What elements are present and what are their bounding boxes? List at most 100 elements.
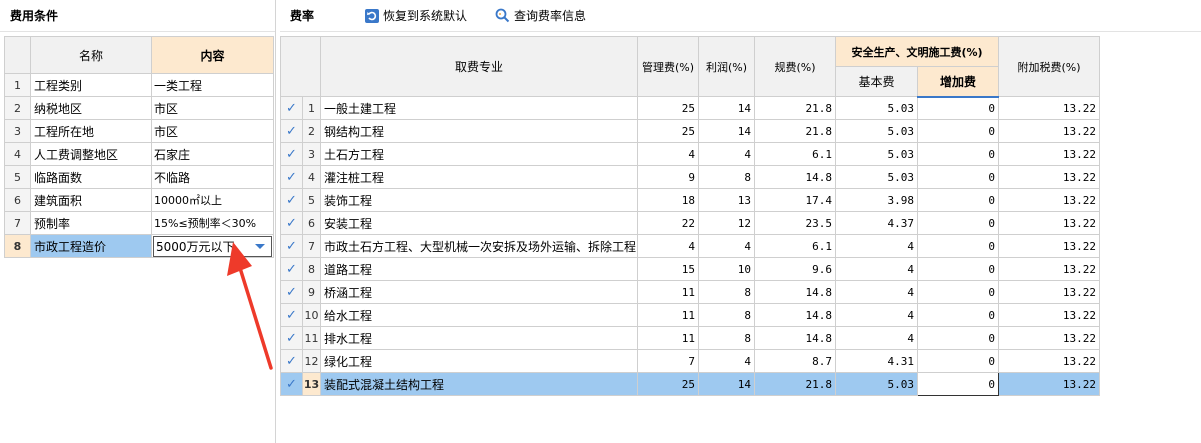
checkmark-icon[interactable]: ✓ [280,257,303,281]
fee-rate-row[interactable]: ✓ 7 市政土石方工程、大型机械一次安拆及场外运输、拆除工程 4 4 6.1 4 0 13.22 [280,234,1100,258]
condition-value[interactable]: 5000万元以下 [151,234,274,258]
column-header-management-fee[interactable]: 管理费(%) [637,36,699,97]
profit-cell[interactable]: 12 [698,211,755,235]
increase-fee-cell[interactable]: 0 [917,119,999,143]
increase-fee-cell[interactable]: 0 [917,211,999,235]
basic-fee-cell[interactable]: 5.03 [835,96,918,120]
fee-rate-row[interactable]: ✓ 10 给水工程 11 8 14.8 4 0 13.22 [280,303,1100,327]
checkmark-icon[interactable]: ✓ [280,211,303,235]
regulatory-fee-cell[interactable]: 14.8 [754,303,836,327]
condition-row[interactable]: 3 工程所在地 市区 [4,119,274,143]
surtax-cell[interactable]: 13.22 [998,372,1100,396]
checkmark-icon[interactable]: ✓ [280,188,303,212]
increase-fee-cell[interactable]: 0 [917,234,999,258]
condition-value[interactable]: 市区 [151,119,274,143]
surtax-cell[interactable]: 13.22 [998,303,1100,327]
surtax-cell[interactable]: 13.22 [998,349,1100,373]
increase-fee-cell[interactable]: 0 [917,326,999,350]
basic-fee-cell[interactable]: 4 [835,303,918,327]
basic-fee-cell[interactable]: 3.98 [835,188,918,212]
basic-fee-cell[interactable]: 4 [835,326,918,350]
condition-row[interactable]: 2 纳税地区 市区 [4,96,274,120]
basic-fee-cell[interactable]: 4.31 [835,349,918,373]
surtax-cell[interactable]: 13.22 [998,326,1100,350]
management-fee-cell[interactable]: 25 [637,119,699,143]
profit-cell[interactable]: 4 [698,349,755,373]
management-fee-cell[interactable]: 9 [637,165,699,189]
checkmark-icon[interactable]: ✓ [280,234,303,258]
condition-value[interactable]: 15%≤预制率＜30% [151,211,274,235]
increase-fee-cell[interactable]: 0 [917,142,999,166]
checkmark-icon[interactable]: ✓ [280,96,303,120]
management-fee-cell[interactable]: 4 [637,142,699,166]
column-header-basic-fee[interactable]: 基本费 [835,66,918,97]
surtax-cell[interactable]: 13.22 [998,280,1100,304]
condition-row[interactable]: 1 工程类别 一类工程 [4,73,274,97]
regulatory-fee-cell[interactable]: 14.8 [754,280,836,304]
management-fee-cell[interactable]: 25 [637,96,699,120]
basic-fee-cell[interactable]: 4 [835,280,918,304]
condition-row[interactable]: 8 市政工程造价 5000万元以下 [4,234,274,258]
profit-cell[interactable]: 8 [698,165,755,189]
fee-rate-row[interactable]: ✓ 9 桥涵工程 11 8 14.8 4 0 13.22 [280,280,1100,304]
increase-fee-cell[interactable]: 0 [917,188,999,212]
profit-cell[interactable]: 8 [698,280,755,304]
profit-cell[interactable]: 14 [698,372,755,396]
checkmark-icon[interactable]: ✓ [280,372,303,396]
fee-rate-row[interactable]: ✓ 3 土石方工程 4 4 6.1 5.03 0 13.22 [280,142,1100,166]
surtax-cell[interactable]: 13.22 [998,142,1100,166]
increase-fee-cell[interactable]: 0 [917,349,999,373]
regulatory-fee-cell[interactable]: 6.1 [754,142,836,166]
basic-fee-cell[interactable]: 5.03 [835,142,918,166]
fee-rate-row[interactable]: ✓ 1 一般土建工程 25 14 21.8 5.03 0 13.22 [280,96,1100,120]
surtax-cell[interactable]: 13.22 [998,96,1100,120]
condition-value[interactable]: 10000㎡以上 [151,188,274,212]
checkmark-icon[interactable]: ✓ [280,326,303,350]
regulatory-fee-cell[interactable]: 9.6 [754,257,836,281]
surtax-cell[interactable]: 13.22 [998,188,1100,212]
checkmark-icon[interactable]: ✓ [280,119,303,143]
basic-fee-cell[interactable]: 5.03 [835,165,918,189]
query-rate-button[interactable]: 查询费率信息 [495,7,586,24]
surtax-cell[interactable]: 13.22 [998,234,1100,258]
surtax-cell[interactable]: 13.22 [998,211,1100,235]
surtax-cell[interactable]: 13.22 [998,257,1100,281]
regulatory-fee-cell[interactable]: 17.4 [754,188,836,212]
profit-cell[interactable]: 4 [698,142,755,166]
column-header-surtax[interactable]: 附加税费(%) [998,36,1100,97]
condition-value[interactable]: 市区 [151,96,274,120]
surtax-cell[interactable]: 13.22 [998,119,1100,143]
increase-fee-cell[interactable]: 0 [917,372,999,396]
column-header-content[interactable]: 内容 [151,36,274,74]
checkmark-icon[interactable]: ✓ [280,142,303,166]
municipal-cost-dropdown[interactable]: 5000万元以下 [153,235,272,257]
profit-cell[interactable]: 14 [698,96,755,120]
management-fee-cell[interactable]: 11 [637,303,699,327]
checkmark-icon[interactable]: ✓ [280,349,303,373]
profit-cell[interactable]: 10 [698,257,755,281]
condition-row[interactable]: 6 建筑面积 10000㎡以上 [4,188,274,212]
management-fee-cell[interactable]: 7 [637,349,699,373]
profit-cell[interactable]: 14 [698,119,755,143]
fee-rate-row[interactable]: ✓ 5 装饰工程 18 13 17.4 3.98 0 13.22 [280,188,1100,212]
fee-rate-row[interactable]: ✓ 2 钢结构工程 25 14 21.8 5.03 0 13.22 [280,119,1100,143]
column-header-regulatory-fee[interactable]: 规费(%) [754,36,836,97]
column-header-increase-fee[interactable]: 增加费 [917,66,999,98]
fee-rate-row[interactable]: ✓ 8 道路工程 15 10 9.6 4 0 13.22 [280,257,1100,281]
column-header-specialty[interactable]: 取费专业 [320,36,638,97]
fee-rate-row[interactable]: ✓ 11 排水工程 11 8 14.8 4 0 13.22 [280,326,1100,350]
regulatory-fee-cell[interactable]: 6.1 [754,234,836,258]
management-fee-cell[interactable]: 11 [637,326,699,350]
basic-fee-cell[interactable]: 4.37 [835,211,918,235]
fee-rate-row[interactable]: ✓ 6 安装工程 22 12 23.5 4.37 0 13.22 [280,211,1100,235]
condition-value[interactable]: 一类工程 [151,73,274,97]
fee-rate-row[interactable]: ✓ 4 灌注桩工程 9 8 14.8 5.03 0 13.22 [280,165,1100,189]
column-header-name[interactable]: 名称 [30,36,152,74]
regulatory-fee-cell[interactable]: 21.8 [754,96,836,120]
basic-fee-cell[interactable]: 4 [835,234,918,258]
basic-fee-cell[interactable]: 5.03 [835,372,918,396]
condition-row[interactable]: 7 预制率 15%≤预制率＜30% [4,211,274,235]
condition-value[interactable]: 不临路 [151,165,274,189]
increase-fee-cell[interactable]: 0 [917,303,999,327]
regulatory-fee-cell[interactable]: 23.5 [754,211,836,235]
